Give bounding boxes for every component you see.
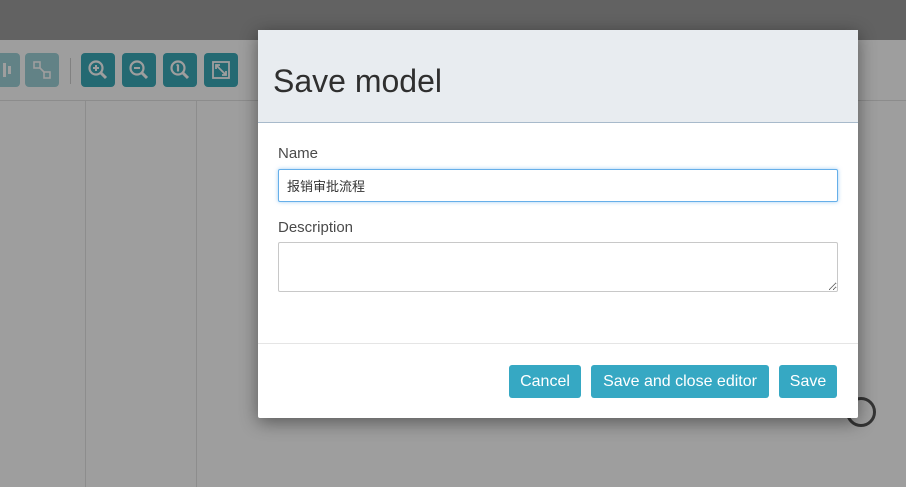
save-button[interactable]: Save xyxy=(779,365,837,398)
description-input[interactable] xyxy=(278,242,838,292)
dialog-body: Name Description xyxy=(258,123,858,343)
description-label: Description xyxy=(278,219,354,236)
name-label: Name xyxy=(278,145,319,162)
dialog-footer: Cancel Save and close editor Save xyxy=(258,343,858,418)
dialog-title: Save model xyxy=(273,63,442,99)
save-and-close-button[interactable]: Save and close editor xyxy=(591,365,769,398)
dialog-header: Save model xyxy=(258,30,858,123)
name-input[interactable] xyxy=(278,169,838,202)
save-model-dialog: Save model Name Description Cancel Save … xyxy=(258,30,858,418)
cancel-button[interactable]: Cancel xyxy=(509,365,581,398)
